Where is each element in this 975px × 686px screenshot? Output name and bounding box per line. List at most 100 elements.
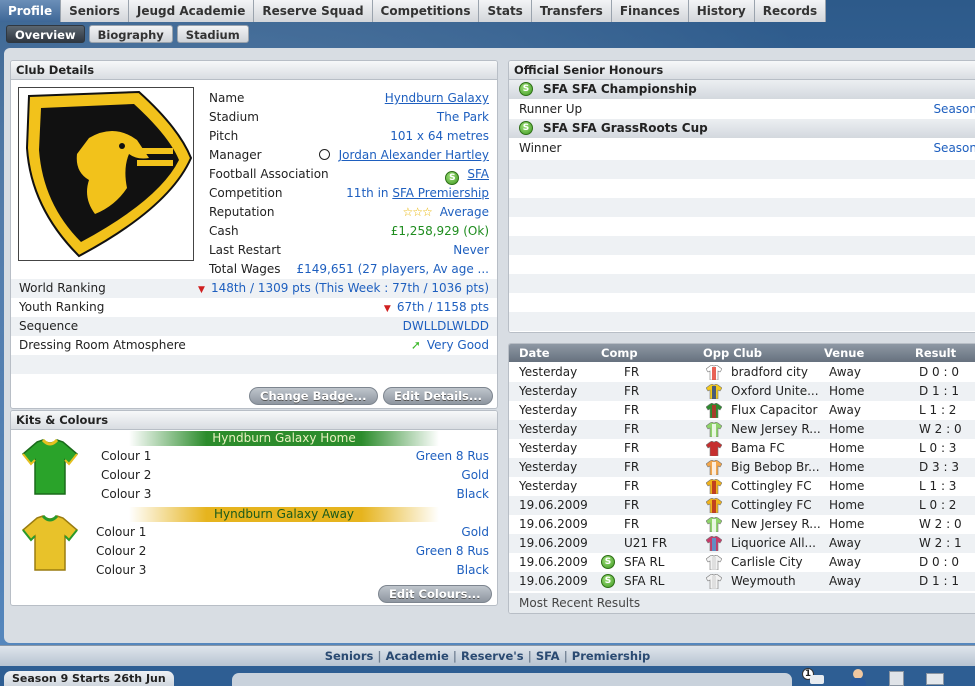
opp-club-link[interactable]: Carlisle City bbox=[731, 553, 803, 572]
tab-transfers[interactable]: Transfers bbox=[531, 0, 612, 22]
opp-club-link[interactable]: Cottingley FC bbox=[731, 477, 812, 496]
opp-club-link[interactable]: Flux Capacitor bbox=[731, 401, 817, 420]
tab-profile[interactable]: Profile bbox=[0, 0, 62, 22]
col-venue[interactable]: Venue bbox=[824, 344, 864, 362]
table-row[interactable]: Yesterday FR Big Bebop Br... Home D 3 : 3 bbox=[509, 458, 975, 477]
change-badge-button[interactable]: Change Badge... bbox=[249, 387, 378, 405]
tab-history[interactable]: History bbox=[688, 0, 755, 22]
opp-club-link[interactable]: New Jersey R... bbox=[731, 420, 821, 439]
table-row[interactable]: 19.06.2009 U21 FR Liquorice All... Away W 2 … bbox=[509, 534, 975, 553]
opp-club-link[interactable]: Cottingley FC bbox=[731, 496, 812, 515]
table-row[interactable]: 19.06.2009 S SFA RL Weymouth Away D 1 : 1 bbox=[509, 572, 975, 591]
tab-reserve-squad[interactable]: Reserve Squad bbox=[254, 0, 373, 22]
table-row[interactable]: Yesterday FR Bama FC Home L 0 : 3 bbox=[509, 439, 975, 458]
subtab-biography[interactable]: Biography bbox=[88, 25, 173, 43]
season-link[interactable]: Season bbox=[933, 99, 975, 119]
table-row[interactable]: Yesterday FR New Jersey R... Home W 2 : 0 bbox=[509, 420, 975, 439]
result-cell: D 3 : 3 bbox=[919, 460, 959, 474]
nav-academie[interactable]: Academie bbox=[386, 649, 449, 663]
kit-colour-row: Colour 2 Green 8 Rus bbox=[96, 544, 489, 558]
club-name-link[interactable]: Hyndburn Galaxy bbox=[385, 89, 489, 108]
col-result[interactable]: Result bbox=[915, 344, 956, 362]
table-row[interactable]: 19.06.2009 S SFA RL Carlisle City Away D 0 : … bbox=[509, 553, 975, 572]
nav-seniors[interactable]: Seniors bbox=[325, 649, 374, 663]
col-date[interactable]: Date bbox=[519, 344, 550, 362]
season-link[interactable]: Season bbox=[933, 138, 975, 158]
bin-icon[interactable] bbox=[886, 668, 908, 686]
tab-competitions[interactable]: Competitions bbox=[372, 0, 480, 22]
table-row[interactable]: 19.06.2009 FR New Jersey R... Home W 2 : 0 bbox=[509, 515, 975, 534]
sfa-icon: S bbox=[519, 82, 533, 96]
result-cell: L 1 : 3 bbox=[919, 479, 957, 493]
venue-cell: Away bbox=[829, 536, 861, 550]
venue-cell: Home bbox=[829, 441, 865, 455]
total-wages-value: £149,651 (27 players, Av age ... bbox=[296, 262, 489, 276]
opp-club-link[interactable]: bradford city bbox=[731, 363, 808, 382]
pitch-value: 101 x 64 metres bbox=[390, 129, 489, 143]
col-opp-club[interactable]: Opp Club bbox=[703, 344, 762, 362]
date-cell: 19.06.2009 bbox=[519, 517, 588, 531]
panel-title: Club Details bbox=[11, 61, 497, 80]
nav-reserves[interactable]: Reserve's bbox=[461, 649, 524, 663]
venue-cell: Away bbox=[829, 555, 861, 569]
table-row[interactable]: Yesterday FR Oxford Unite... Home D 1 : 1 bbox=[509, 382, 975, 401]
away-shirt-icon bbox=[21, 514, 79, 571]
venue-cell: Home bbox=[829, 479, 865, 493]
tab-finances[interactable]: Finances bbox=[611, 0, 689, 22]
sfa-icon: S bbox=[445, 171, 460, 185]
table-row[interactable]: Yesterday FR Cottingley FC Home L 1 : 3 bbox=[509, 477, 975, 496]
home-kit-title: Hyndburn Galaxy Home bbox=[129, 431, 439, 446]
detail-row: Competition 11th in SFA Premiership bbox=[209, 186, 489, 200]
opp-club-link[interactable]: Liquorice All... bbox=[731, 534, 816, 553]
bottom-nav: Seniors | Academie | Reserve's | SFA | Premiersh… bbox=[0, 645, 975, 666]
down-arrow-icon: ▼ bbox=[383, 304, 391, 314]
results-header: Date Comp Opp Club Venue Result bbox=[509, 344, 975, 362]
tab-jeugd-academie[interactable]: Jeugd Academie bbox=[128, 0, 255, 22]
association-link[interactable]: SFA bbox=[467, 167, 489, 181]
date-cell: Yesterday bbox=[519, 460, 578, 474]
date-cell: Yesterday bbox=[519, 479, 578, 493]
manager-icon[interactable] bbox=[848, 668, 870, 686]
club-shirt-icon bbox=[706, 555, 722, 570]
last-restart-value: Never bbox=[453, 243, 489, 257]
opp-club-link[interactable]: Bama FC bbox=[731, 439, 785, 458]
sub-tabs: Overview Biography Stadium bbox=[6, 25, 249, 43]
horse-badge-icon bbox=[25, 90, 193, 258]
date-cell: Yesterday bbox=[519, 441, 578, 455]
tab-stats[interactable]: Stats bbox=[479, 0, 532, 22]
sequence-row: Sequence DWLLDLWLDD bbox=[11, 317, 497, 336]
kit-colour-row: Colour 1 Green 8 Rus bbox=[101, 449, 489, 463]
comp-cell: SFA RL bbox=[624, 574, 665, 588]
tab-records[interactable]: Records bbox=[754, 0, 827, 22]
nav-premiership[interactable]: Premiership bbox=[572, 649, 651, 663]
away-kit-title: Hyndburn Galaxy Away bbox=[129, 507, 439, 522]
subtab-stadium[interactable]: Stadium bbox=[176, 25, 249, 43]
table-row[interactable]: Yesterday FR bradford city Away D 0 : 0 bbox=[509, 363, 975, 382]
messages-icon[interactable]: 1 bbox=[800, 668, 824, 686]
subtab-overview[interactable]: Overview bbox=[6, 25, 85, 43]
envelope-icon[interactable] bbox=[924, 668, 946, 686]
tab-seniors[interactable]: Seniors bbox=[61, 0, 129, 22]
edit-details-button[interactable]: Edit Details... bbox=[383, 387, 493, 405]
competition-link[interactable]: SFA Premiership bbox=[392, 186, 489, 200]
manager-link[interactable]: Jordan Alexander Hartley bbox=[339, 148, 489, 162]
col-comp[interactable]: Comp bbox=[601, 344, 638, 362]
detail-row: Pitch 101 x 64 metres bbox=[209, 127, 489, 146]
opp-club-link[interactable]: Weymouth bbox=[731, 572, 796, 591]
opp-club-link[interactable]: Big Bebop Br... bbox=[731, 458, 820, 477]
nav-sfa[interactable]: SFA bbox=[536, 649, 560, 663]
reputation-stars-icon: ☆☆☆ bbox=[402, 205, 432, 219]
opp-club-link[interactable]: Oxford Unite... bbox=[731, 382, 819, 401]
result-cell: L 0 : 3 bbox=[919, 441, 957, 455]
sfa-icon: S bbox=[601, 574, 615, 588]
edit-colours-button[interactable]: Edit Colours... bbox=[378, 585, 492, 603]
club-shirt-icon bbox=[706, 441, 722, 456]
opp-club-link[interactable]: New Jersey R... bbox=[731, 515, 821, 534]
table-row[interactable]: Yesterday FR Flux Capacitor Away L 1 : 2 bbox=[509, 401, 975, 420]
date-cell: Yesterday bbox=[519, 403, 578, 417]
up-arrow-icon: ➚ bbox=[410, 338, 421, 352]
kit-colour-row: Colour 2 Gold bbox=[101, 468, 489, 482]
table-row[interactable]: 19.06.2009 FR Cottingley FC Home L 0 : 2 bbox=[509, 496, 975, 515]
venue-cell: Home bbox=[829, 460, 865, 474]
stadium-link[interactable]: The Park bbox=[437, 108, 489, 127]
